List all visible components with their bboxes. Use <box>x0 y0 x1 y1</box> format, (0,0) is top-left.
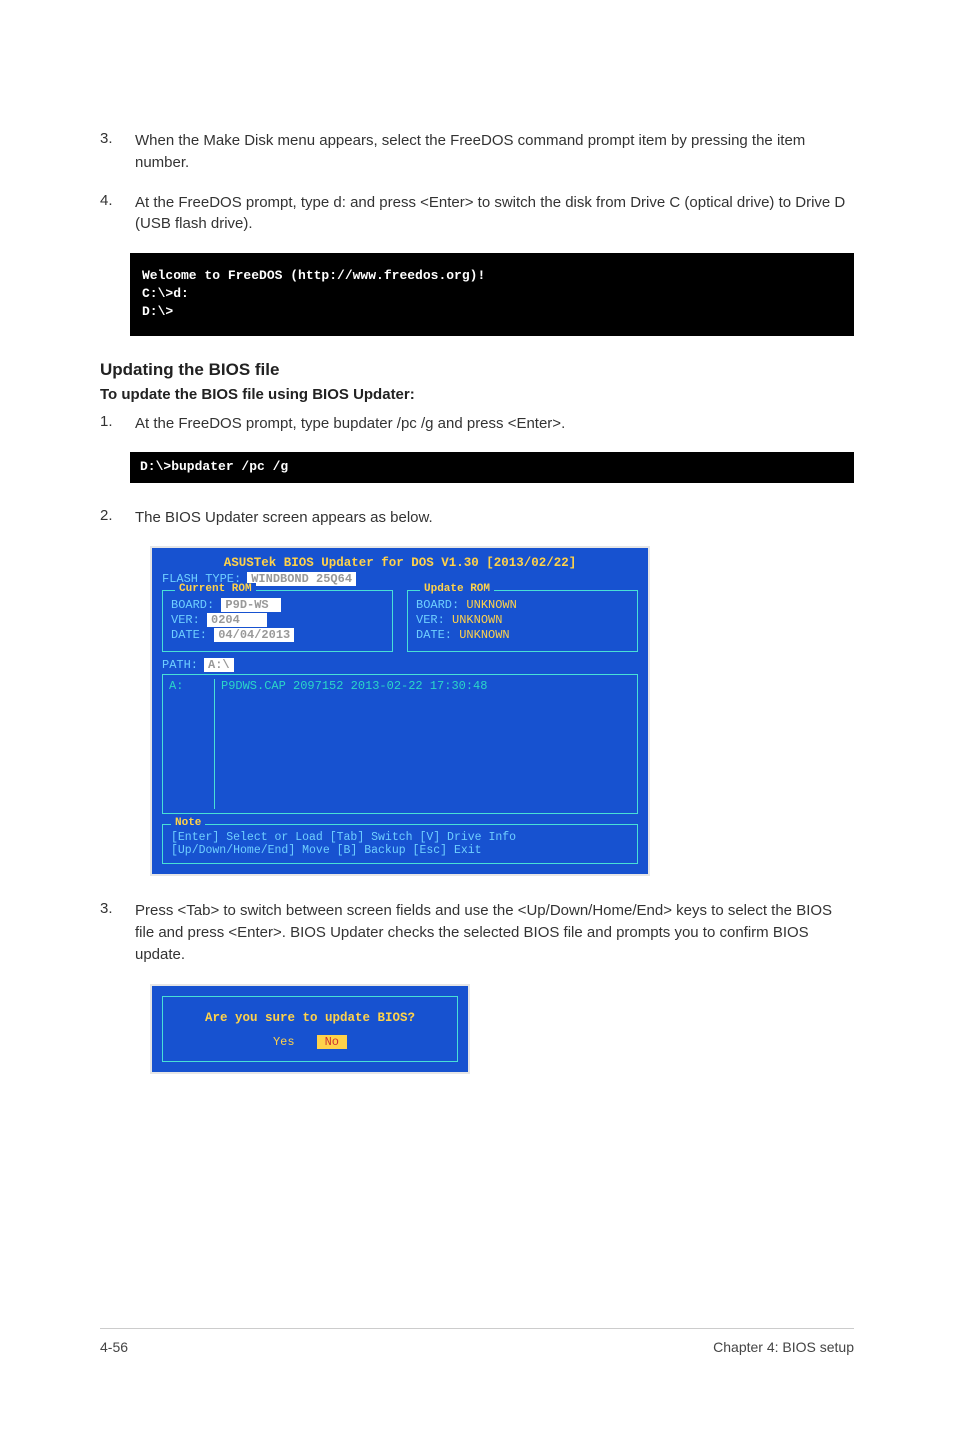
path-row: PATH: A:\ <box>162 658 638 672</box>
note-line-2: [Up/Down/Home/End] Move [B] Backup [Esc]… <box>171 844 629 857</box>
drive-pane[interactable]: A: <box>169 679 215 809</box>
date-value: 04/04/2013 <box>214 628 294 642</box>
confirm-buttons: Yes No <box>173 1035 447 1049</box>
note-line-1: [Enter] Select or Load [Tab] Switch [V] … <box>171 831 629 844</box>
step-text: At the FreeDOS prompt, type bupdater /pc… <box>135 413 565 435</box>
board-value: UNKNOWN <box>466 598 516 612</box>
ver-value: UNKNOWN <box>452 613 502 627</box>
step-text: The BIOS Updater screen appears as below… <box>135 507 433 529</box>
current-rom-box: Current ROM BOARD: P9D-WS VER: 0204 DATE… <box>162 590 393 652</box>
step-3: 3. When the Make Disk menu appears, sele… <box>100 130 854 174</box>
step-number: 3. <box>100 130 135 174</box>
no-button[interactable]: No <box>317 1035 347 1049</box>
step-number: 1. <box>100 413 135 435</box>
step-number: 2. <box>100 507 135 529</box>
ver-label: VER: <box>416 613 445 627</box>
confirm-inner: Are you sure to update BIOS? Yes No <box>162 996 458 1062</box>
section-subheading: To update the BIOS file using BIOS Updat… <box>100 386 854 403</box>
terminal-output-1: Welcome to FreeDOS (http://www.freedos.o… <box>130 253 854 336</box>
yes-button[interactable]: Yes <box>273 1035 295 1049</box>
files-pane[interactable]: P9DWS.CAP 2097152 2013-02-22 17:30:48 <box>221 679 631 809</box>
date-label: DATE: <box>416 628 452 642</box>
ver-label: VER: <box>171 613 200 627</box>
page-footer: 4-56 Chapter 4: BIOS setup <box>100 1328 854 1355</box>
ver-value: 0204 <box>207 613 267 627</box>
confirm-dialog: Are you sure to update BIOS? Yes No <box>150 984 470 1074</box>
step-text: When the Make Disk menu appears, select … <box>135 130 854 174</box>
step-number: 3. <box>100 900 135 965</box>
page-number: 4-56 <box>100 1339 128 1355</box>
update-rom-box: Update ROM BOARD: UNKNOWN VER: UNKNOWN D… <box>407 590 638 652</box>
confirm-question: Are you sure to update BIOS? <box>173 1011 447 1025</box>
bios-updater-window: ASUSTek BIOS Updater for DOS V1.30 [2013… <box>150 546 650 876</box>
step-1: 1. At the FreeDOS prompt, type bupdater … <box>100 413 854 435</box>
date-label: DATE: <box>171 628 207 642</box>
date-value: UNKNOWN <box>459 628 509 642</box>
step-text: At the FreeDOS prompt, type d: and press… <box>135 192 854 236</box>
rom-boxes: Current ROM BOARD: P9D-WS VER: 0204 DATE… <box>162 590 638 652</box>
note-box: Note [Enter] Select or Load [Tab] Switch… <box>162 824 638 864</box>
chapter-label: Chapter 4: BIOS setup <box>713 1339 854 1355</box>
step-2: 2. The BIOS Updater screen appears as be… <box>100 507 854 529</box>
terminal-output-2: D:\>bupdater /pc /g <box>130 452 854 482</box>
path-value: A:\ <box>204 658 234 672</box>
update-rom-legend: Update ROM <box>420 583 494 595</box>
bios-title: ASUSTek BIOS Updater for DOS V1.30 [2013… <box>162 556 638 570</box>
section-heading: Updating the BIOS file <box>100 360 854 380</box>
step-number: 4. <box>100 192 135 236</box>
step-4: 4. At the FreeDOS prompt, type d: and pr… <box>100 192 854 236</box>
note-legend: Note <box>171 817 205 829</box>
file-list-box[interactable]: A: P9DWS.CAP 2097152 2013-02-22 17:30:48 <box>162 674 638 814</box>
step-3b: 3. Press <Tab> to switch between screen … <box>100 900 854 965</box>
board-value: P9D-WS <box>221 598 281 612</box>
board-label: BOARD: <box>416 598 459 612</box>
current-rom-legend: Current ROM <box>175 583 256 595</box>
flash-type-value: WINDBOND 25Q64 <box>247 572 356 586</box>
board-label: BOARD: <box>171 598 214 612</box>
step-text: Press <Tab> to switch between screen fie… <box>135 900 854 965</box>
path-label: PATH: <box>162 658 198 672</box>
